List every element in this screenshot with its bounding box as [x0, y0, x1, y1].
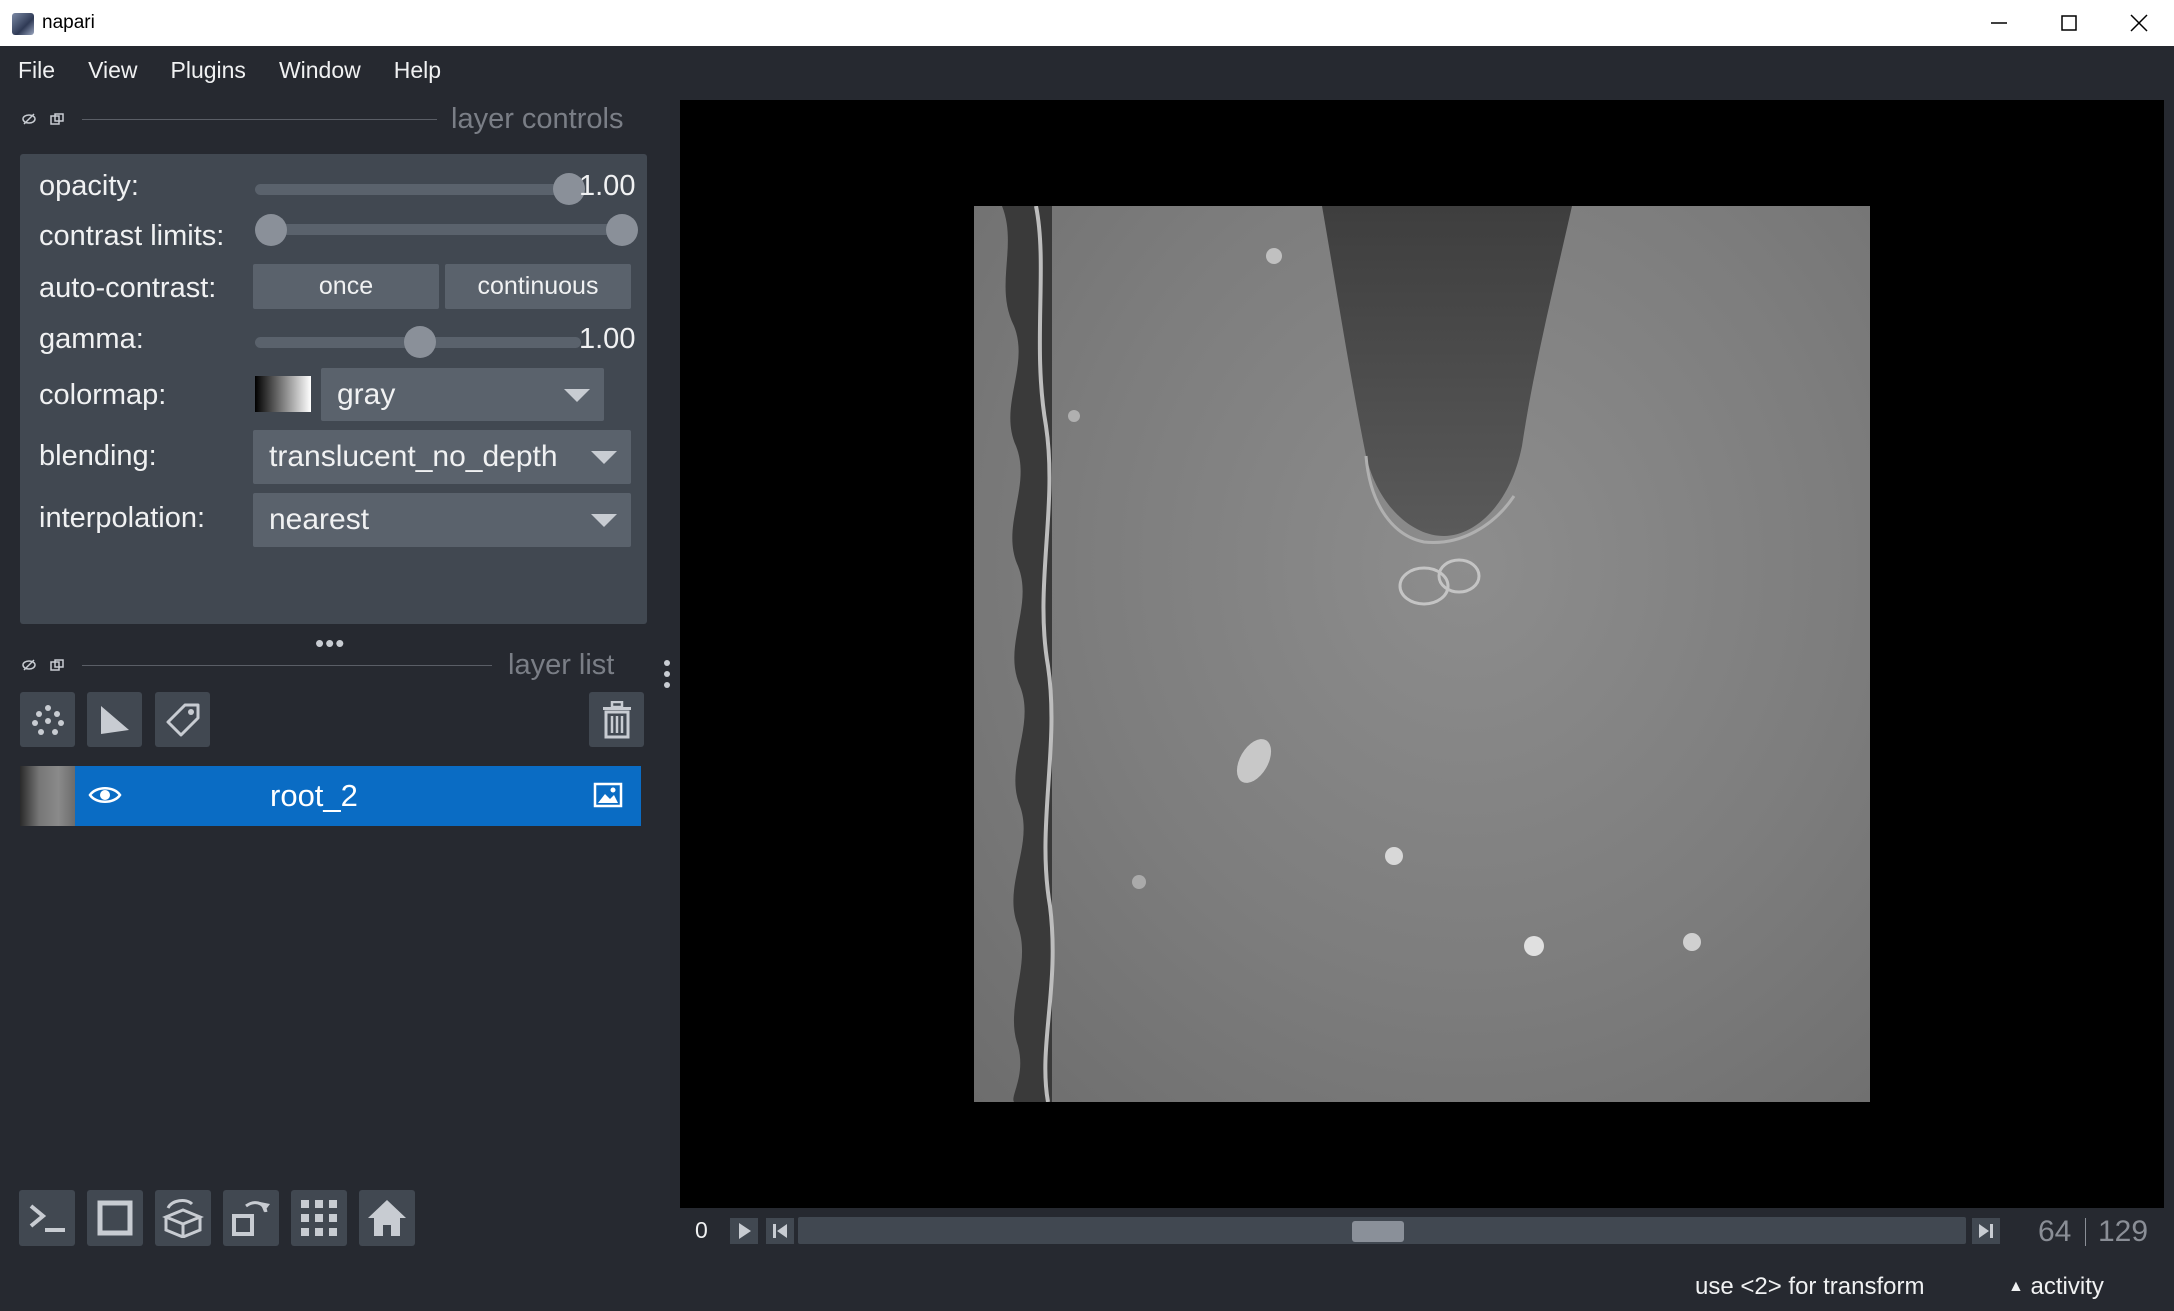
menu-window[interactable]: Window	[279, 57, 361, 84]
new-shapes-layer-button[interactable]	[87, 692, 142, 747]
shapes-icon	[100, 705, 129, 734]
status-message: use <2> for transform	[1695, 1273, 1925, 1300]
layer-thumbnail	[20, 766, 75, 826]
napari-logo-icon	[12, 13, 34, 35]
transpose-dimensions-button[interactable]	[223, 1190, 279, 1246]
caret-up-icon: ▲	[2008, 1278, 2024, 1295]
contrast-limits-low-handle[interactable]	[255, 214, 287, 246]
interpolation-dropdown[interactable]: nearest	[253, 493, 631, 547]
close-button[interactable]	[2104, 0, 2174, 46]
hide-dock-icon[interactable]	[22, 659, 36, 671]
dims-slider-thumb[interactable]	[1351, 1221, 1404, 1242]
close-icon	[2130, 14, 2148, 32]
play-icon[interactable]	[730, 1218, 758, 1244]
image-layer-render	[974, 206, 1870, 1102]
chevron-down-icon	[591, 451, 617, 464]
dims-separator	[2085, 1218, 2086, 1246]
cube-roll-icon	[162, 1199, 204, 1238]
dock-header-divider	[82, 118, 437, 120]
gamma-value[interactable]: 1.00	[579, 323, 635, 356]
colormap-preview	[255, 376, 311, 412]
dims-axis-label: 0	[695, 1217, 708, 1243]
auto-contrast-label: auto-contrast:	[39, 272, 217, 304]
dims-current-index[interactable]: 64	[2038, 1215, 2071, 1249]
image-icon	[593, 782, 623, 808]
minimize-icon	[1991, 22, 2007, 24]
microscopy-image	[1002, 206, 1701, 1102]
gamma-slider-handle[interactable]	[404, 326, 436, 358]
opacity-label: opacity:	[39, 170, 139, 202]
window-title: napari	[42, 12, 95, 33]
opacity-value[interactable]: 1.00	[579, 170, 635, 203]
float-dock-icon[interactable]	[50, 113, 64, 125]
activity-label: activity	[2030, 1273, 2104, 1300]
menu-view[interactable]: View	[88, 57, 137, 84]
interpolation-value: nearest	[269, 503, 370, 536]
layer-list-title: layer list	[508, 648, 615, 681]
opacity-slider[interactable]	[255, 184, 575, 195]
ndisplay-button[interactable]	[87, 1190, 143, 1246]
eye-icon[interactable]	[88, 783, 122, 807]
menu-help[interactable]: Help	[394, 57, 441, 84]
tag-icon	[166, 703, 199, 736]
float-dock-icon[interactable]	[50, 659, 64, 671]
colormap-label: colormap:	[39, 379, 167, 411]
step-back-icon[interactable]	[766, 1218, 794, 1244]
layer-name[interactable]: root_2	[270, 778, 358, 814]
hide-dock-icon[interactable]	[22, 113, 36, 125]
home-icon	[368, 1200, 406, 1236]
dims-total: 129	[2098, 1215, 2149, 1248]
grid-icon	[301, 1200, 337, 1236]
maximize-button[interactable]	[2034, 0, 2104, 46]
menu-bar: File View Plugins Window Help	[0, 46, 2174, 94]
dims-slider-track[interactable]	[798, 1217, 1966, 1244]
activity-button[interactable]: ▲ activity	[2008, 1273, 2104, 1301]
square-2d-icon	[97, 1200, 133, 1236]
contrast-limits-label: contrast limits:	[39, 220, 225, 252]
blending-value: translucent_no_depth	[269, 440, 558, 473]
more-options-icon[interactable]	[664, 660, 672, 693]
transpose-icon	[232, 1201, 270, 1236]
layer-controls-dock-header: layer controls	[22, 102, 636, 135]
chevron-down-icon	[564, 388, 590, 402]
contrast-limits-high-handle[interactable]	[606, 214, 638, 246]
new-labels-layer-button[interactable]	[155, 692, 210, 747]
points-icon	[31, 704, 64, 735]
dims-slider-bar: 0 64 129	[680, 1208, 2174, 1252]
dock-header-divider	[82, 664, 492, 666]
menu-file[interactable]: File	[18, 57, 55, 84]
colormap-dropdown[interactable]: gray	[321, 368, 604, 421]
layer-controls-title: layer controls	[451, 102, 624, 135]
contrast-limits-slider[interactable]	[255, 224, 635, 235]
home-button[interactable]	[359, 1190, 415, 1246]
minimize-button[interactable]	[1964, 0, 2034, 46]
layer-list-dock-header: layer list	[22, 648, 636, 681]
step-forward-icon[interactable]	[1972, 1218, 2000, 1244]
menu-plugins[interactable]: Plugins	[171, 57, 246, 84]
terminal-icon	[29, 1204, 65, 1232]
gamma-label: gamma:	[39, 323, 144, 355]
layer-row[interactable]: root_2	[20, 766, 641, 826]
trash-icon	[602, 700, 631, 738]
colormap-value: gray	[337, 377, 396, 411]
blending-dropdown[interactable]: translucent_no_depth	[253, 430, 631, 484]
auto-contrast-once-button[interactable]: once	[253, 264, 439, 309]
blending-label: blending:	[39, 440, 157, 472]
interpolation-label: interpolation:	[39, 502, 206, 534]
roll-dimensions-button[interactable]	[155, 1190, 211, 1246]
console-button[interactable]	[19, 1190, 75, 1246]
chevron-down-icon	[591, 514, 617, 527]
layer-controls-panel: opacity: 1.00 contrast limits: auto-cont…	[20, 154, 647, 624]
delete-layer-button[interactable]	[589, 692, 644, 747]
title-bar: napari	[0, 0, 2174, 46]
maximize-icon	[2061, 15, 2077, 31]
new-points-layer-button[interactable]	[20, 692, 75, 747]
grid-view-button[interactable]	[291, 1190, 347, 1246]
auto-contrast-continuous-button[interactable]: continuous	[445, 264, 631, 309]
